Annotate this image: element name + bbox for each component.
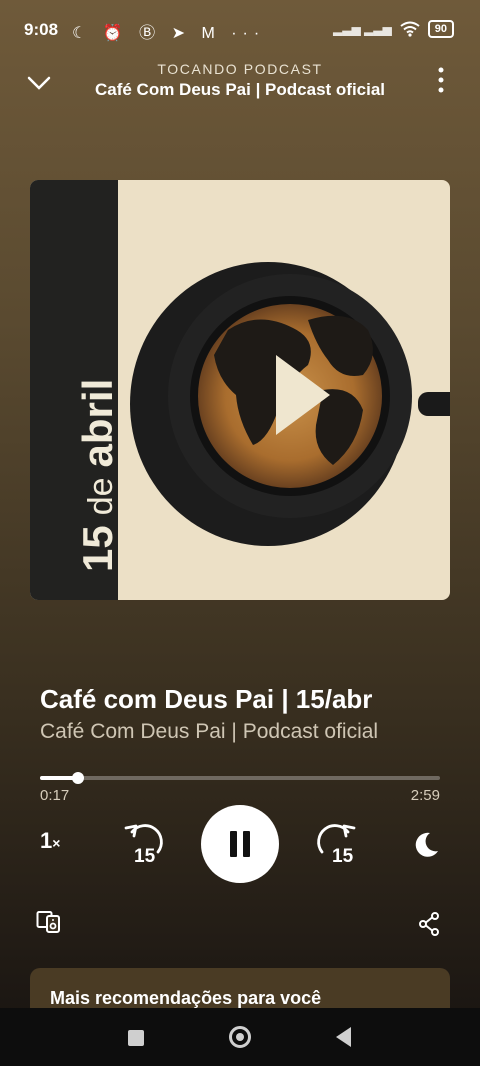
podcast-name[interactable]: Café Com Deus Pai | Podcast oficial: [40, 720, 378, 744]
battery-indicator: 90: [427, 20, 454, 38]
pause-button[interactable]: [201, 805, 279, 883]
cover-month: abril: [74, 378, 121, 468]
back-icon[interactable]: [336, 1027, 351, 1047]
cover-de: de: [82, 477, 120, 516]
skip-forward-label: 15: [332, 846, 354, 866]
cover-day: 15: [74, 525, 121, 572]
skip-back-label: 15: [134, 846, 156, 866]
player-header: TOCANDO PODCAST Café Com Deus Pai | Podc…: [0, 58, 480, 108]
skip-back-15-button[interactable]: 15: [122, 822, 164, 866]
pause-icon-right: [243, 831, 250, 857]
current-time: 0:17: [40, 787, 70, 804]
pause-icon-left: [230, 831, 237, 857]
cover-date-text: 15 de abril: [74, 379, 122, 572]
header-subtitle: TOCANDO PODCAST: [157, 61, 323, 77]
recommendations-title: Mais recomendações para você: [50, 988, 322, 1008]
status-time: 9:08: [24, 20, 59, 39]
signal-icon: ▂▃▅ ▂▃▅: [333, 22, 392, 36]
total-time: 2:59: [410, 787, 440, 804]
recents-icon[interactable]: [128, 1030, 144, 1046]
skip-forward-15-button[interactable]: 15: [316, 822, 358, 866]
system-navigation-bar: [0, 1008, 480, 1066]
status-right: ▂▃▅ ▂▃▅ 90: [333, 20, 454, 38]
playback-speed-button[interactable]: 1×: [40, 828, 60, 854]
playback-progress-bar[interactable]: [40, 772, 440, 784]
episode-cover-art: 15 de abril: [30, 180, 450, 600]
status-notification-icons: ☾ ⏰ Ⓑ ➤ M ···: [72, 25, 266, 42]
speed-value: 1: [40, 828, 53, 853]
wifi-icon: [400, 21, 420, 37]
progress-knob[interactable]: [72, 772, 84, 784]
episode-title: Café com Deus Pai | 15/abr: [40, 684, 373, 714]
more-options-icon[interactable]: [428, 66, 454, 96]
header-title: Café Com Deus Pai | Podcast oficial: [94, 80, 386, 99]
share-icon[interactable]: [418, 912, 440, 936]
speed-unit: ×: [52, 835, 61, 851]
connect-devices-icon[interactable]: [36, 910, 62, 934]
status-bar: 9:08 ☾ ⏰ Ⓑ ➤ M ··· ▂▃▅ ▂▃▅ 90: [0, 0, 480, 60]
sleep-timer-moon-icon[interactable]: [412, 831, 440, 859]
coffee-cup-illustration: [130, 262, 450, 546]
home-icon[interactable]: [229, 1026, 251, 1048]
